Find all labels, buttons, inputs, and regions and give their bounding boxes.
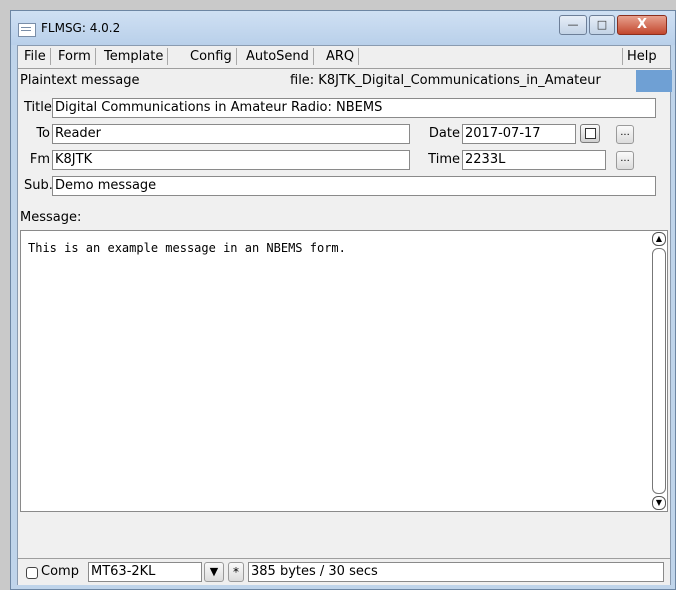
menu-bar: File Form Template Config AutoSend ARQ H… (18, 46, 670, 69)
transfer-info: 385 bytes / 30 secs (248, 562, 664, 582)
subject-field[interactable]: Demo message (52, 176, 656, 196)
title-bar[interactable]: FLMSG: 4.0.2 — □ X (11, 11, 675, 45)
to-field[interactable]: Reader (52, 124, 410, 144)
menu-help[interactable]: Help (622, 48, 661, 65)
mode-star-button[interactable]: * (228, 562, 244, 582)
message-text: This is an example message in an NBEMS f… (28, 241, 346, 255)
time-now-button[interactable]: ... (616, 151, 634, 170)
menu-template[interactable]: Template (100, 48, 169, 65)
calendar-icon[interactable] (580, 124, 600, 143)
menu-config[interactable]: Config (186, 48, 237, 65)
message-textarea[interactable]: This is an example message in an NBEMS f… (20, 230, 668, 512)
date-field[interactable]: 2017-07-17 (462, 124, 576, 144)
to-label: To (36, 126, 50, 141)
app-icon (18, 23, 36, 37)
time-label: Time (428, 152, 460, 167)
menu-file[interactable]: File (20, 48, 51, 65)
status-indicator (636, 70, 672, 92)
minimize-button[interactable]: — (559, 15, 587, 35)
scroll-down-icon[interactable]: ▼ (652, 496, 666, 510)
menu-arq[interactable]: ARQ (322, 48, 360, 65)
comp-checkbox[interactable] (26, 567, 38, 579)
status-bar: Comp MT63-2KL ▼ * 385 bytes / 30 secs (18, 558, 670, 585)
subject-label: Sub. (24, 178, 53, 193)
message-scrollbar[interactable]: ▲ ▼ (652, 232, 666, 510)
menu-form[interactable]: Form (54, 48, 96, 65)
comp-label: Comp (41, 564, 79, 579)
date-label: Date (428, 126, 460, 141)
message-label: Message: (20, 210, 82, 225)
fm-label: Fm (29, 152, 50, 167)
scroll-thumb[interactable] (652, 248, 666, 494)
title-label: Title (24, 100, 52, 115)
info-bar: Plaintext message file: K8JTK_Digital_Co… (18, 70, 672, 92)
maximize-button[interactable]: □ (589, 15, 615, 35)
menu-autosend[interactable]: AutoSend (242, 48, 314, 65)
window-title: FLMSG: 4.0.2 (41, 21, 121, 35)
client-area: File Form Template Config AutoSend ARQ H… (17, 45, 672, 585)
form-type-label: Plaintext message (20, 73, 140, 88)
scroll-up-icon[interactable]: ▲ (652, 232, 666, 246)
app-window: FLMSG: 4.0.2 — □ X File Form Template Co… (10, 10, 676, 590)
mode-dropdown-icon[interactable]: ▼ (204, 562, 224, 582)
mode-select[interactable]: MT63-2KL (88, 562, 202, 582)
date-now-button[interactable]: ... (616, 125, 634, 144)
title-field[interactable]: Digital Communications in Amateur Radio:… (52, 98, 656, 118)
close-button[interactable]: X (617, 15, 667, 35)
time-field[interactable]: 2233L (462, 150, 606, 170)
file-name: file: K8JTK_Digital_Communications_in_Am… (290, 73, 601, 88)
fm-field[interactable]: K8JTK (52, 150, 410, 170)
